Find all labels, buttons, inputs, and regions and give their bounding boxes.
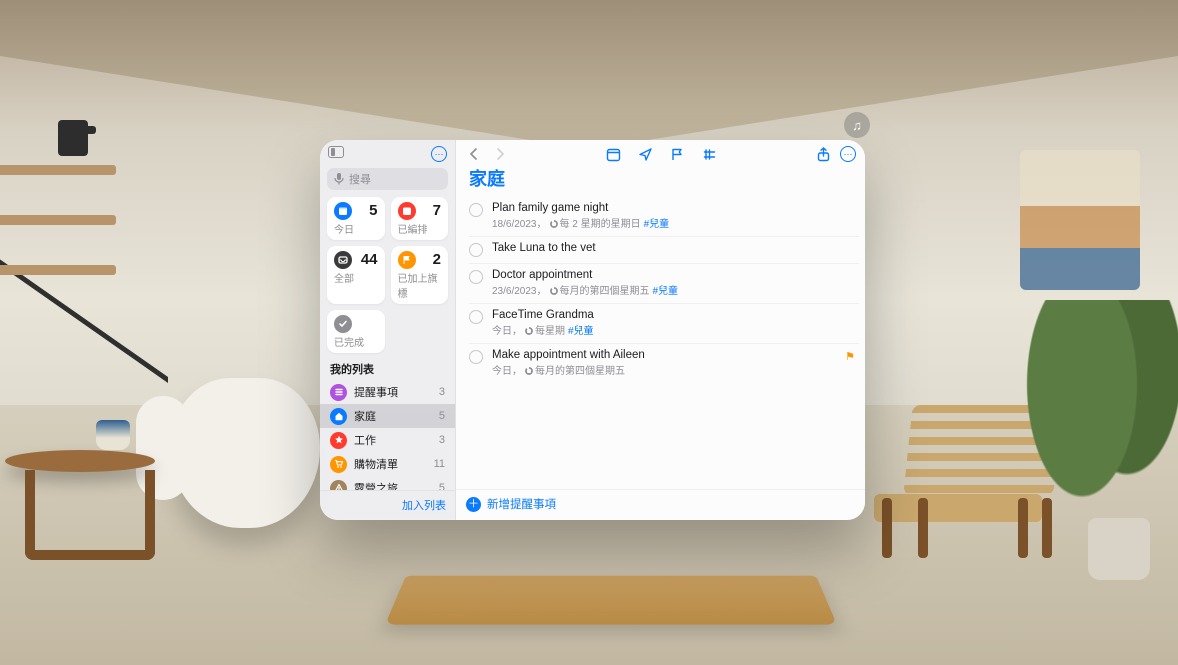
toolbar-more-button[interactable]: ⋯	[840, 146, 856, 162]
reminder-title: Plan family game night	[492, 202, 859, 214]
smart-completed-label: 已完成	[334, 334, 378, 349]
list-row[interactable]: 家庭 5	[320, 404, 455, 428]
tent-icon	[330, 480, 347, 491]
reminder-item[interactable]: Doctor appointment23/6/2023，每月的第四個星期五 #兒…	[469, 264, 859, 304]
list-count: 3	[439, 434, 445, 446]
list-count: 11	[434, 458, 445, 470]
reminder-title: FaceTime Grandma	[492, 309, 859, 321]
complete-toggle[interactable]	[469, 270, 483, 284]
list-name: 提醒事項	[354, 384, 432, 400]
smart-scheduled-label: 已編排	[398, 221, 442, 236]
home-icon	[330, 408, 347, 425]
reminder-subtitle: 23/6/2023，每月的第四個星期五 #兒童	[492, 282, 859, 297]
toolbar-share-button[interactable]	[814, 145, 832, 163]
smart-completed[interactable]: 已完成	[327, 310, 385, 353]
list-count: 5	[439, 482, 445, 490]
flag-icon	[398, 251, 416, 269]
toolbar-location-button[interactable]	[637, 145, 655, 163]
reminder-item[interactable]: Plan family game night18/6/2023，每 2 星期的星…	[469, 197, 859, 237]
my-lists-heading: 我的列表	[320, 353, 455, 380]
reminder-item[interactable]: FaceTime Grandma今日，每星期 #兒童	[469, 304, 859, 344]
add-list-button[interactable]: 加入列表	[402, 500, 446, 512]
reminder-subtitle: 今日，每月的第四個星期五	[492, 362, 836, 377]
lists-container: 提醒事項3家庭5工作3購物清單11露營之旅5讀書會5	[320, 380, 455, 490]
list-row[interactable]: 露營之旅 5	[320, 476, 455, 490]
smart-flagged-label: 已加上旗標	[398, 270, 442, 300]
smart-scheduled-count: 7	[433, 202, 441, 219]
calendar-today-icon	[334, 202, 352, 220]
toolbar: ⋯	[456, 140, 865, 165]
list-name: 購物清單	[354, 456, 427, 472]
reminder-subtitle: 18/6/2023，每 2 星期的星期日 #兒童	[492, 215, 859, 230]
calendar-icon	[398, 202, 416, 220]
list-count: 5	[439, 410, 445, 422]
search-input[interactable]: 搜尋	[327, 168, 448, 190]
smart-all-count: 44	[361, 251, 378, 268]
list-name: 露營之旅	[354, 480, 432, 490]
smart-today-label: 今日	[334, 221, 378, 236]
new-reminder-label: 新增提醒事項	[487, 496, 556, 512]
reminder-item[interactable]: Take Luna to the vet	[469, 237, 859, 264]
list-name: 工作	[354, 432, 432, 448]
reminders-items: Plan family game night18/6/2023，每 2 星期的星…	[456, 197, 865, 489]
reminder-subtitle: 今日，每星期 #兒童	[492, 322, 859, 337]
list-count: 3	[439, 386, 445, 398]
reminder-title: Take Luna to the vet	[492, 242, 859, 254]
toolbar-back-button[interactable]	[465, 145, 483, 163]
list-name: 家庭	[354, 408, 432, 424]
smart-flagged[interactable]: 2 已加上旗標	[391, 246, 449, 304]
main-panel: ⋯ 家庭 Plan family game night18/6/2023，每 2…	[456, 140, 865, 520]
list-row[interactable]: 購物清單 11	[320, 452, 455, 476]
checkmark-icon	[334, 315, 352, 333]
smart-all-label: 全部	[334, 270, 378, 285]
list-row[interactable]: 工作 3	[320, 428, 455, 452]
toolbar-flag-button[interactable]	[669, 145, 687, 163]
reminder-title: Doctor appointment	[492, 269, 859, 281]
complete-toggle[interactable]	[469, 350, 483, 364]
plus-icon: ＋	[466, 497, 481, 512]
flag-icon: ⚑	[845, 350, 855, 377]
toolbar-tag-button[interactable]	[701, 145, 719, 163]
tray-icon	[334, 251, 352, 269]
sidebar-toggle-icon[interactable]	[328, 146, 344, 158]
cart-icon	[330, 456, 347, 473]
new-reminder-button[interactable]: ＋ 新增提醒事項	[456, 489, 865, 520]
mic-icon	[334, 173, 344, 185]
list-icon	[330, 384, 347, 401]
search-placeholder: 搜尋	[349, 171, 371, 187]
sidebar: ⋯ 搜尋 5 今日 7 已編排	[320, 140, 456, 520]
environment-audio-button[interactable]: ♫	[844, 112, 870, 138]
smart-scheduled[interactable]: 7 已編排	[391, 197, 449, 240]
sidebar-more-button[interactable]: ⋯	[431, 146, 447, 162]
smart-flagged-count: 2	[433, 251, 441, 268]
complete-toggle[interactable]	[469, 203, 483, 217]
list-row[interactable]: 提醒事項 3	[320, 380, 455, 404]
smart-all[interactable]: 44 全部	[327, 246, 385, 304]
smart-today[interactable]: 5 今日	[327, 197, 385, 240]
reminder-tag[interactable]: #兒童	[568, 322, 594, 337]
reminder-tag[interactable]: #兒童	[644, 215, 670, 230]
music-note-icon: ♫	[852, 118, 862, 133]
reminder-tag[interactable]: #兒童	[653, 282, 679, 297]
reminders-window: ⋯ 搜尋 5 今日 7 已編排	[320, 140, 865, 520]
smart-lists: 5 今日 7 已編排 44 全部	[320, 197, 455, 353]
list-title: 家庭	[456, 165, 865, 197]
complete-toggle[interactable]	[469, 310, 483, 324]
star-icon	[330, 432, 347, 449]
reminder-item[interactable]: Make appointment with Aileen今日，每月的第四個星期五…	[469, 344, 859, 383]
smart-today-count: 5	[369, 202, 377, 219]
complete-toggle[interactable]	[469, 243, 483, 257]
toolbar-calendar-button[interactable]	[605, 145, 623, 163]
toolbar-forward-button[interactable]	[491, 145, 509, 163]
reminder-title: Make appointment with Aileen	[492, 349, 836, 361]
